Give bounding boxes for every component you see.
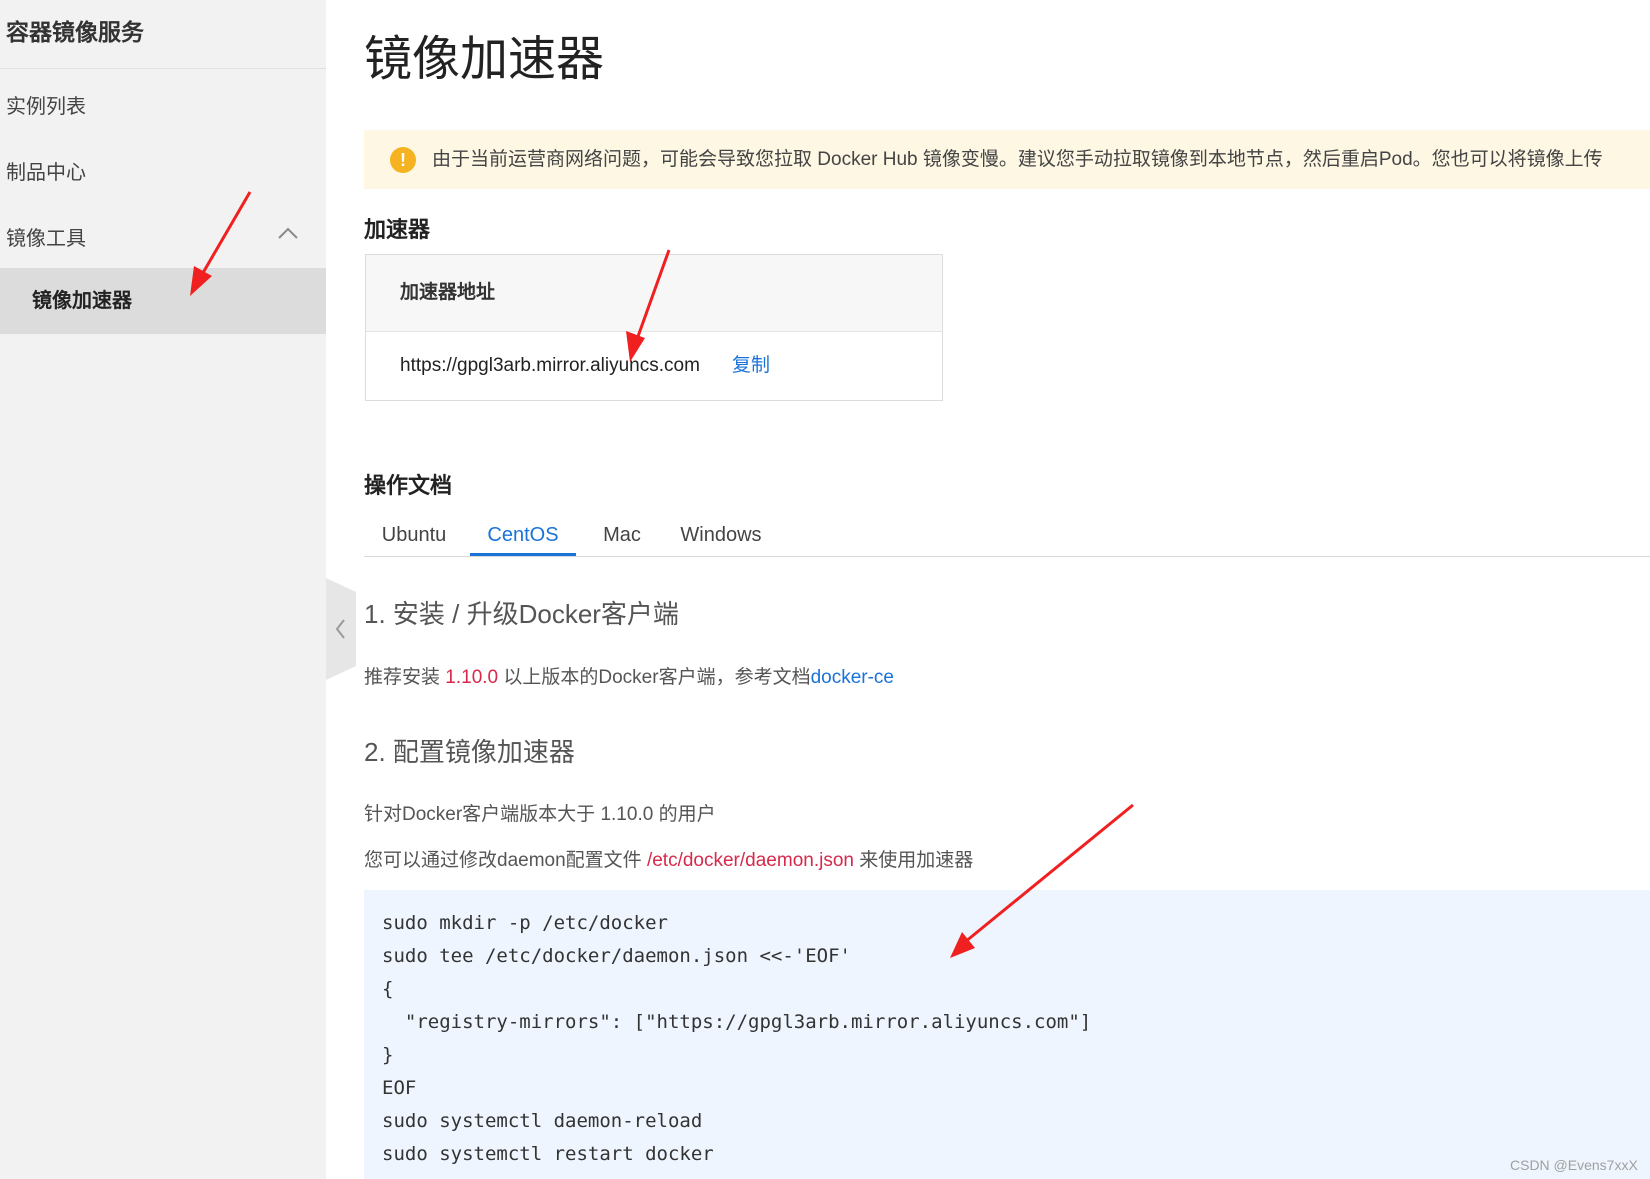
step1-text-after: 以上版本的Docker客户端，参考文档	[498, 667, 811, 688]
tab-mac[interactable]: Mac	[586, 516, 658, 556]
step2-title: 2. 配置镜像加速器	[364, 737, 575, 767]
chevron-up-icon[interactable]	[276, 222, 300, 246]
collapse-sidebar-button[interactable]	[326, 578, 356, 680]
code-line: sudo mkdir -p /etc/docker	[382, 912, 668, 934]
docs-heading: 操作文档	[364, 473, 453, 498]
code-line: sudo tee /etc/docker/daemon.json <<-'EOF…	[382, 945, 851, 967]
version-highlight: 1.10.0	[445, 667, 499, 688]
tab-centos[interactable]: CentOS	[470, 516, 576, 556]
watermark: CSDN @Evens7xxX	[1510, 1157, 1638, 1173]
code-block[interactable]: sudo mkdir -p /etc/docker sudo tee /etc/…	[364, 890, 1650, 1179]
notice-text: 由于当前运营商网络问题，可能会导致您拉取 Docker Hub 镜像变慢。建议您…	[432, 149, 1603, 170]
code-line: {	[382, 978, 394, 1000]
daemon-json-path: /etc/docker/daemon.json	[646, 850, 854, 871]
step2-line2-after: 来使用加速器	[853, 850, 974, 871]
step2-line2-before: 您可以通过修改daemon配置文件	[364, 850, 647, 871]
sidebar-divider	[0, 68, 326, 69]
step2-line2: 您可以通过修改daemon配置文件 /etc/docker/daemon.jso…	[364, 847, 973, 875]
step1-title: 1. 安装 / 升级Docker客户端	[364, 599, 679, 629]
os-tabs: Ubuntu CentOS Mac Windows	[364, 516, 1650, 557]
tab-ubuntu[interactable]: Ubuntu	[364, 516, 464, 556]
notice-banner: ! 由于当前运营商网络问题，可能会导致您拉取 Docker Hub 镜像变慢。建…	[364, 130, 1650, 189]
sidebar-title: 容器镜像服务	[6, 19, 144, 45]
accelerator-url: https://gpgl3arb.mirror.aliyuncs.com	[400, 355, 700, 376]
sidebar: 容器镜像服务 实例列表 制品中心 镜像工具 镜像加速器	[0, 0, 326, 1179]
step2-line1: 针对Docker客户端版本大于 1.10.0 的用户	[364, 804, 716, 825]
docker-ce-link[interactable]: docker-ce	[811, 667, 894, 688]
step1-text-before: 推荐安装	[364, 667, 446, 688]
code-line: "registry-mirrors": ["https://gpgl3arb.m…	[382, 1011, 1092, 1033]
code-line: }	[382, 1044, 394, 1066]
page-title: 镜像加速器	[364, 33, 605, 86]
accelerator-table: 加速器地址 https://gpgl3arb.mirror.aliyuncs.c…	[365, 254, 943, 401]
code-line: EOF	[382, 1077, 417, 1099]
sidebar-item-label: 镜像加速器	[32, 290, 132, 312]
tab-windows[interactable]: Windows	[666, 516, 776, 556]
copy-link[interactable]: 复制	[732, 352, 770, 380]
code-line: sudo systemctl restart docker	[382, 1143, 714, 1165]
accelerator-table-header: 加速器地址	[366, 255, 942, 332]
sidebar-item-image-tools[interactable]: 镜像工具	[6, 224, 86, 254]
column-header-address: 加速器地址	[400, 282, 496, 303]
accelerator-heading: 加速器	[364, 217, 431, 242]
sidebar-item-mirror-accelerator[interactable]: 镜像加速器	[0, 268, 326, 334]
step1-text: 推荐安装 1.10.0 以上版本的Docker客户端，参考文档docker-ce	[364, 664, 894, 692]
sidebar-item-artifacts[interactable]: 制品中心	[6, 158, 86, 188]
sidebar-item-instances[interactable]: 实例列表	[6, 92, 86, 122]
code-line: sudo systemctl daemon-reload	[382, 1110, 703, 1132]
warning-icon: !	[390, 147, 416, 173]
